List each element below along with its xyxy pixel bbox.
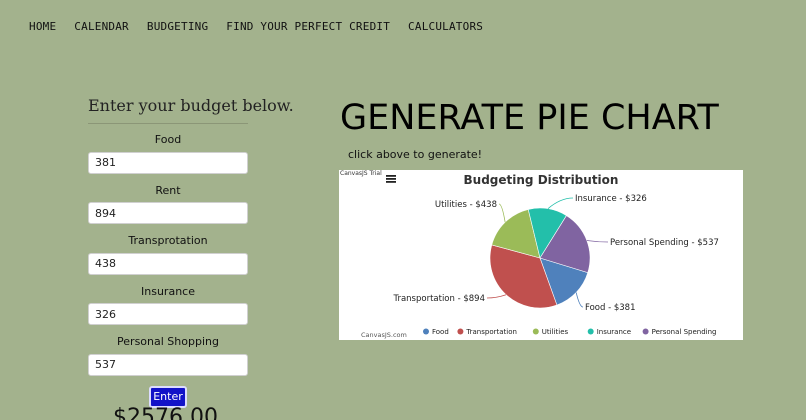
total-amount: $2576.00 [113, 405, 218, 420]
insurance-input[interactable] [88, 303, 248, 325]
transportation-field-group: Transprotation [88, 234, 248, 275]
transportation-input[interactable] [88, 252, 248, 275]
pie-label-connector-utilities [498, 203, 506, 223]
pie-label-connector-personal-spending [586, 240, 609, 243]
pie-chart-container: Budgeting Distribution CanvasJS Trial Food… [339, 170, 743, 340]
rent-field-group: Rent [88, 183, 248, 224]
insurance-label: Insurance [141, 284, 195, 298]
pie-label-transportation: Transportation - $894 [393, 294, 485, 304]
main-nav: HOME CALENDAR BUDGETING FIND YOUR PERFEC… [29, 20, 483, 33]
pie-label-connector-transportation [486, 294, 507, 299]
personal-shopping-field-group: Personal Shopping [88, 335, 248, 376]
nav-budgeting[interactable]: BUDGETING [147, 20, 208, 33]
legend-label-insurance: Insurance [597, 328, 631, 336]
transportation-label: Transprotation [128, 234, 208, 247]
form-title: Enter your budget below. [88, 96, 294, 124]
rent-label: Rent [155, 183, 181, 197]
legend-marker-transportation [457, 328, 464, 335]
insurance-field-group: Insurance [88, 284, 248, 325]
pie-label-connector-food [575, 292, 584, 308]
pie-label-personal-spending: Personal Spending - $537 [610, 238, 719, 248]
nav-calendar[interactable]: CALENDAR [74, 20, 129, 33]
food-input[interactable] [88, 151, 248, 174]
generate-hint: click above to generate! [348, 148, 483, 161]
chart-trial-text: CanvasJS Trial [340, 170, 382, 177]
nav-find-credit[interactable]: FIND YOUR PERFECT CREDIT [226, 20, 390, 33]
budget-form: Enter your budget below. Food Rent Trans… [88, 96, 294, 408]
pie-label-connector-insurance [547, 197, 574, 209]
chart-title: Budgeting Distribution [464, 173, 619, 187]
personal-shopping-input[interactable] [88, 353, 248, 376]
chart-credit: CanvasJS.com [361, 331, 407, 339]
hamburger-menu-icon[interactable] [386, 175, 396, 183]
nav-calculators[interactable]: CALCULATORS [408, 20, 483, 33]
legend-label-personal-spending: Personal Spending [652, 328, 717, 336]
legend-marker-personal-spending [642, 328, 649, 335]
rent-input[interactable] [88, 202, 248, 224]
pie-label-utilities: Utilities - $438 [435, 200, 497, 210]
legend-marker-utilities [532, 328, 539, 335]
food-label: Food [154, 133, 182, 146]
legend-label-utilities: Utilities [542, 328, 569, 336]
food-field-group: Food [88, 133, 248, 174]
nav-home[interactable]: HOME [29, 20, 56, 33]
page-heading: GENERATE PIE CHART [340, 98, 719, 138]
legend-label-food: Food [432, 328, 449, 336]
legend-marker-insurance [587, 328, 594, 335]
legend-label-transportation: Transportation [465, 328, 517, 336]
legend-marker-food [423, 328, 429, 335]
personal-shopping-label: Personal Shopping [117, 335, 219, 348]
pie-label-food: Food - $381 [585, 303, 636, 313]
pie-chart: Budgeting Distribution CanvasJS Trial Food… [340, 170, 719, 339]
pie-label-insurance: Insurance - $326 [575, 194, 647, 204]
